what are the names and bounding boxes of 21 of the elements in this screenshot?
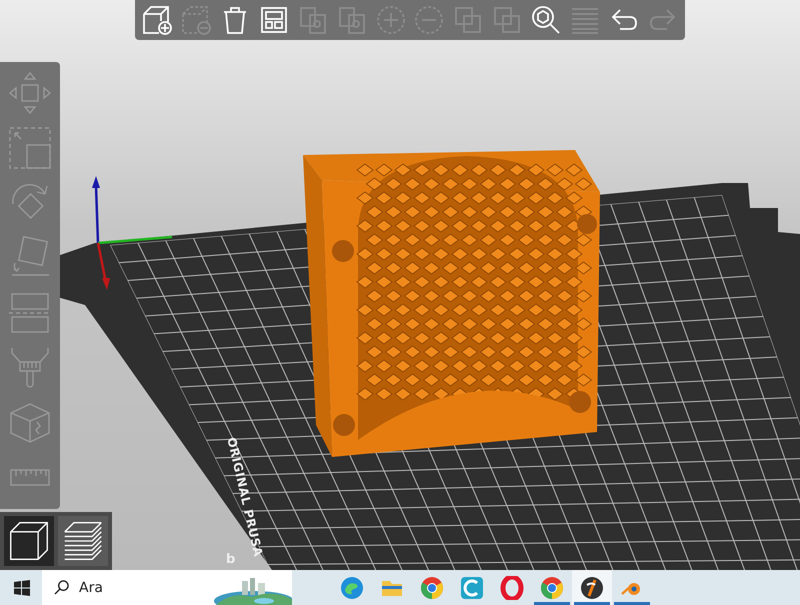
plus-circle-icon[interactable] [374,4,407,36]
resize-square-icon[interactable] [7,125,53,172]
search-box[interactable]: Ara [42,570,292,605]
windows-icon[interactable] [14,580,30,596]
layers-icon [62,520,104,562]
search-icon[interactable] [530,4,562,36]
ring-icon [500,576,524,600]
crescent-icon [460,576,484,600]
taskbar-button[interactable] [572,570,612,605]
cube-minus-icon[interactable] [180,4,212,36]
circle-segments-icon [540,576,564,600]
swirl-icon [340,576,364,600]
slash-circle-icon [580,576,604,600]
search-icon [54,580,69,595]
cube-plus-icon[interactable] [141,4,173,36]
minus-circle-icon[interactable] [413,4,446,36]
view-button[interactable] [58,516,108,566]
cube-icon [8,520,50,562]
search-field[interactable]: Ara [77,578,201,596]
view-button[interactable] [4,516,54,566]
circle-segments-icon [420,576,444,600]
